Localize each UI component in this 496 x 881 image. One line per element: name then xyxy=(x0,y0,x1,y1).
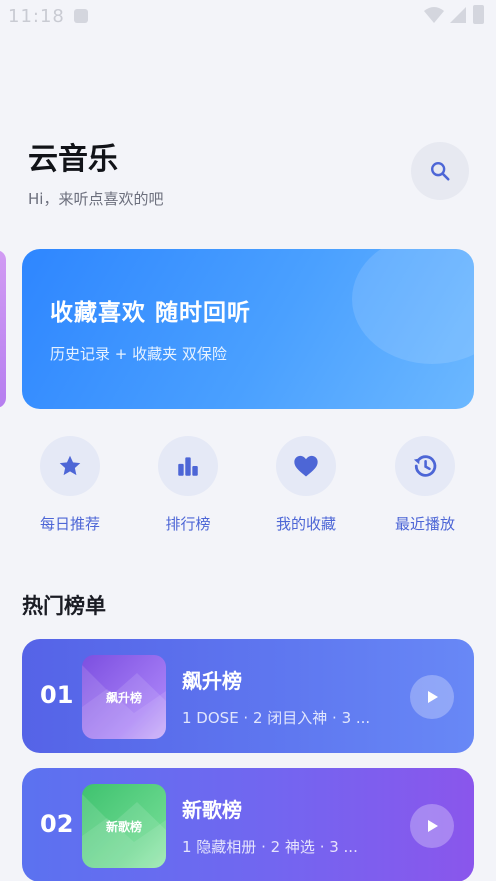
history-icon xyxy=(413,455,437,477)
play-icon xyxy=(428,820,438,832)
promo-banner[interactable]: 收藏喜欢 随时回听 历史记录 + 收藏夹 双保险 xyxy=(22,249,474,409)
bar-chart-icon xyxy=(178,457,198,476)
chart-card-new-songs[interactable]: 02 新歌榜 新歌榜 1 隐藏相册 · 2 神选 · 3 ... xyxy=(22,768,474,881)
quick-action-circle xyxy=(276,436,336,496)
quick-action-label: 每日推荐 xyxy=(39,515,100,533)
chart-cover: 新歌榜 xyxy=(82,784,166,868)
status-time: 11:18 xyxy=(8,6,65,27)
search-button[interactable] xyxy=(411,142,469,200)
star-icon xyxy=(59,455,81,476)
notification-icon xyxy=(74,9,88,23)
banner-subtitle: 历史记录 + 收藏夹 双保险 xyxy=(50,345,227,363)
chart-cover: 飙升榜 xyxy=(82,655,166,739)
wifi-icon xyxy=(424,7,444,23)
chart-card-soaring[interactable]: 01 飙升榜 飙升榜 1 DOSE · 2 闭目入神 · 3 ... xyxy=(22,639,474,753)
play-button[interactable] xyxy=(410,675,454,719)
battery-icon xyxy=(473,5,484,24)
page-subtitle: Hi，来听点喜欢的吧 xyxy=(28,190,164,208)
quick-action-recent[interactable]: 最近播放 xyxy=(375,436,475,534)
banner-title: 收藏喜欢 随时回听 xyxy=(50,300,252,326)
banner-decoration xyxy=(352,249,474,364)
cover-label: 飙升榜 xyxy=(105,690,142,705)
status-bar: 11:18 xyxy=(0,0,496,34)
play-button[interactable] xyxy=(410,804,454,848)
prev-banner-edge[interactable] xyxy=(0,250,6,408)
rank-number: 01 xyxy=(40,681,74,709)
quick-action-circle xyxy=(40,436,100,496)
chart-top-tracks: 1 隐藏相册 · 2 神选 · 3 ... xyxy=(182,838,358,856)
chart-name: 飙升榜 xyxy=(182,669,242,693)
search-icon xyxy=(431,162,450,181)
quick-action-ranking[interactable]: 排行榜 xyxy=(138,436,238,534)
quick-action-favorites[interactable]: 我的收藏 xyxy=(256,436,356,534)
chart-name: 新歌榜 xyxy=(182,798,242,822)
heart-icon xyxy=(294,455,318,477)
signal-icon xyxy=(450,7,466,23)
quick-action-circle xyxy=(395,436,455,496)
rank-number: 02 xyxy=(40,810,74,838)
quick-action-label: 最近播放 xyxy=(394,515,455,533)
section-title-hot-charts: 热门榜单 xyxy=(22,594,106,618)
quick-action-circle xyxy=(158,436,218,496)
page-title: 云音乐 xyxy=(28,142,118,177)
quick-action-label: 排行榜 xyxy=(165,515,211,533)
cover-label: 新歌榜 xyxy=(105,819,142,834)
chart-top-tracks: 1 DOSE · 2 闭目入神 · 3 ... xyxy=(182,709,371,727)
play-icon xyxy=(428,691,438,703)
quick-action-daily[interactable]: 每日推荐 xyxy=(20,436,120,534)
quick-action-label: 我的收藏 xyxy=(275,515,336,533)
